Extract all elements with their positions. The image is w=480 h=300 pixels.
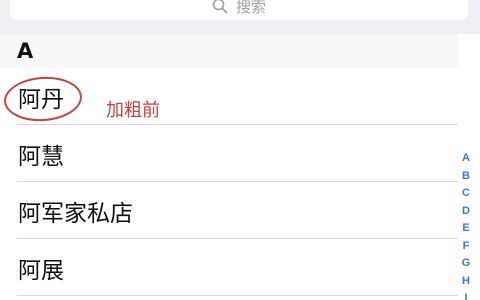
index-letter[interactable]: D [462,203,470,221]
section-letter: A [17,39,34,63]
index-letter[interactable]: C [462,185,470,203]
index-letter[interactable]: F [463,238,470,256]
contact-row[interactable]: 阿军家私店 [0,182,458,239]
search-placeholder: 搜索 [235,0,266,16]
contact-list: 阿丹 阿慧 阿军家私店 阿展 加粗前 [0,68,458,296]
contact-row[interactable]: 阿慧 [0,125,458,182]
contact-row[interactable]: 阿展 [0,239,458,296]
search-bar[interactable]: 搜索 [10,0,468,20]
index-letter[interactable]: I [464,290,467,300]
contact-name: 阿军家私店 [18,200,133,227]
index-letter[interactable]: A [462,150,470,168]
search-icon [212,0,228,14]
index-letter[interactable]: G [462,255,471,273]
index-letter[interactable]: B [462,168,470,186]
index-letter[interactable]: H [462,273,470,291]
index-letter[interactable]: E [462,220,469,238]
contact-name: 阿慧 [18,143,64,170]
search-area: 搜索 [0,0,480,34]
section-header: A [0,34,458,68]
annotation-label: 加粗前 [106,100,160,121]
row-divider [17,295,458,296]
contact-name: 阿展 [18,257,64,284]
section-index-bar[interactable]: ABCDEFGHI [458,150,474,300]
